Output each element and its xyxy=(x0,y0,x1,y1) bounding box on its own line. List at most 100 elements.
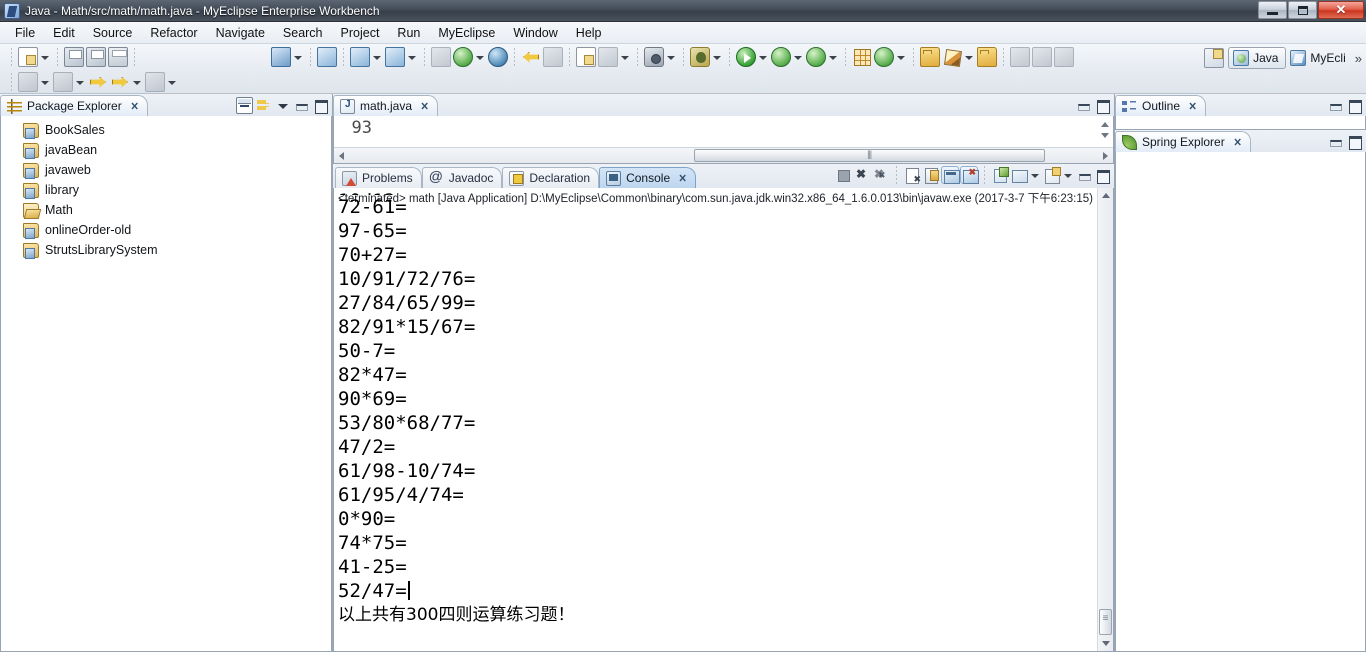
list-item[interactable]: javaBean xyxy=(1,140,331,160)
list-item[interactable]: Math xyxy=(1,200,331,220)
open-type-icon[interactable] xyxy=(874,46,894,67)
open-browser-icon[interactable] xyxy=(488,46,508,67)
debug-dropdown-icon[interactable] xyxy=(711,47,722,67)
open-db-dropdown-icon[interactable] xyxy=(474,47,485,67)
pin-editor-dropdown-icon[interactable] xyxy=(166,72,177,92)
run-history-dropdown-icon[interactable] xyxy=(792,47,803,67)
maximize-icon[interactable] xyxy=(1094,97,1111,114)
perspective-java[interactable]: Java xyxy=(1228,47,1287,69)
scroll-track[interactable] xyxy=(350,148,1097,163)
scroll-left-icon[interactable] xyxy=(334,148,350,163)
maximize-icon[interactable] xyxy=(1346,133,1363,150)
new-wizard-icon[interactable] xyxy=(18,46,38,67)
print-icon[interactable] xyxy=(108,46,128,67)
console-vertical-scrollbar[interactable] xyxy=(1097,188,1113,651)
restore-button[interactable] xyxy=(1288,1,1317,19)
menu-help[interactable]: Help xyxy=(567,24,611,42)
open-db-browser-icon[interactable] xyxy=(453,46,473,67)
save-all-icon[interactable] xyxy=(86,46,106,67)
menu-file[interactable]: File xyxy=(6,24,44,42)
list-item[interactable]: onlineOrder-old xyxy=(1,220,331,240)
console-output[interactable]: <terminated> math [Java Application] D:\… xyxy=(334,188,1097,651)
search-dropdown-icon[interactable] xyxy=(963,47,974,67)
forward-nav-icon[interactable] xyxy=(521,47,541,67)
list-item[interactable]: javaweb xyxy=(1,160,331,180)
menu-project[interactable]: Project xyxy=(332,24,389,42)
display-selected-console-icon[interactable] xyxy=(1010,166,1028,184)
menu-edit[interactable]: Edit xyxy=(44,24,84,42)
scroll-thumb[interactable] xyxy=(693,149,1045,162)
history-dropdown-icon[interactable] xyxy=(131,72,142,92)
preview-dropdown-icon[interactable] xyxy=(619,47,630,67)
tab-javadoc[interactable]: Javadoc xyxy=(421,167,503,188)
run-history-icon[interactable] xyxy=(771,46,791,67)
scroll-thumb[interactable] xyxy=(1099,609,1112,635)
snapshot-dropdown-icon[interactable] xyxy=(665,47,676,67)
new-class-icon[interactable] xyxy=(852,47,872,67)
menu-refactor[interactable]: Refactor xyxy=(141,24,206,42)
run-config-dropdown-icon[interactable] xyxy=(827,47,838,67)
menu-myeclipse[interactable]: MyEclipse xyxy=(429,24,504,42)
new-db-icon[interactable] xyxy=(431,46,451,67)
external-tools-icon[interactable] xyxy=(543,46,563,67)
maximize-icon[interactable] xyxy=(312,97,329,114)
console-body[interactable]: <terminated> math [Java Application] D:\… xyxy=(333,188,1114,652)
close-icon[interactable]: ✕ xyxy=(1188,100,1196,113)
perspective-overflow-icon[interactable]: » xyxy=(1355,51,1362,66)
collapse-all-icon[interactable] xyxy=(236,97,253,114)
run-server-icon[interactable] xyxy=(350,46,370,67)
editor-vertical-spinner[interactable] xyxy=(1098,118,1111,144)
new-web-project-icon[interactable] xyxy=(271,46,291,67)
debug-icon[interactable] xyxy=(690,46,710,67)
maximize-icon[interactable] xyxy=(1346,97,1363,114)
scroll-right-icon[interactable] xyxy=(1097,148,1113,163)
clear-console-icon[interactable] xyxy=(903,166,921,185)
close-icon[interactable]: ✕ xyxy=(679,172,687,185)
menu-navigate[interactable]: Navigate xyxy=(207,24,274,42)
tab-outline[interactable]: Outline ✕ xyxy=(1115,95,1207,116)
toggle-markers-icon[interactable] xyxy=(1054,46,1074,67)
search-icon[interactable] xyxy=(942,47,962,67)
run-dropdown-icon[interactable] xyxy=(757,47,768,67)
minimize-icon[interactable] xyxy=(1075,97,1092,114)
report-icon[interactable] xyxy=(576,46,596,67)
tab-problems[interactable]: Problems xyxy=(335,167,422,188)
close-icon[interactable]: ✕ xyxy=(420,100,428,113)
minimize-icon[interactable] xyxy=(293,97,310,114)
menu-source[interactable]: Source xyxy=(84,24,142,42)
maximize-icon[interactable] xyxy=(1094,167,1111,184)
open-console-icon[interactable] xyxy=(1043,166,1061,184)
list-item[interactable]: StrutsLibrarySystem xyxy=(1,240,331,260)
open-console-dropdown-icon[interactable] xyxy=(1062,165,1073,185)
editor-body[interactable]: 93 xyxy=(333,116,1114,164)
back-icon[interactable] xyxy=(88,72,108,92)
perspective-myeclipse[interactable]: MyEcli xyxy=(1286,47,1352,69)
scroll-up-icon[interactable] xyxy=(1098,188,1113,203)
minimize-icon[interactable] xyxy=(1327,133,1344,150)
previous-annotation-icon[interactable] xyxy=(1010,46,1030,67)
display-console-dropdown-icon[interactable] xyxy=(1029,165,1040,185)
open-type-dropdown-icon[interactable] xyxy=(895,47,906,67)
stop-server-icon[interactable] xyxy=(385,46,405,67)
new-wizard-dropdown-icon[interactable] xyxy=(39,47,50,67)
package-explorer-tree[interactable]: BookSales javaBean javaweb library Math xyxy=(0,116,332,652)
scroll-down-icon[interactable] xyxy=(1098,129,1111,140)
list-item[interactable]: BookSales xyxy=(1,120,331,140)
quick-fix-dropdown-icon[interactable] xyxy=(74,72,85,92)
new-element-icon[interactable] xyxy=(18,71,38,92)
minimize-button[interactable] xyxy=(1258,1,1287,19)
forward-icon[interactable] xyxy=(110,72,130,92)
tab-declaration[interactable]: Declaration xyxy=(502,167,600,188)
tab-console[interactable]: Console ✕ xyxy=(599,167,697,188)
open-task-icon[interactable] xyxy=(920,46,940,67)
scroll-down-icon[interactable] xyxy=(1098,636,1113,651)
link-with-editor-icon[interactable] xyxy=(255,97,272,114)
close-button[interactable]: ✕ xyxy=(1318,1,1364,19)
tab-package-explorer[interactable]: Package Explorer ✕ xyxy=(0,95,148,116)
close-icon[interactable]: ✕ xyxy=(130,100,138,113)
show-console-on-error-icon[interactable] xyxy=(960,166,979,184)
scroll-lock-icon[interactable] xyxy=(922,166,940,184)
show-console-on-output-icon[interactable] xyxy=(941,166,960,184)
open-perspective-icon[interactable] xyxy=(1204,48,1225,68)
view-menu-icon[interactable] xyxy=(274,97,291,114)
